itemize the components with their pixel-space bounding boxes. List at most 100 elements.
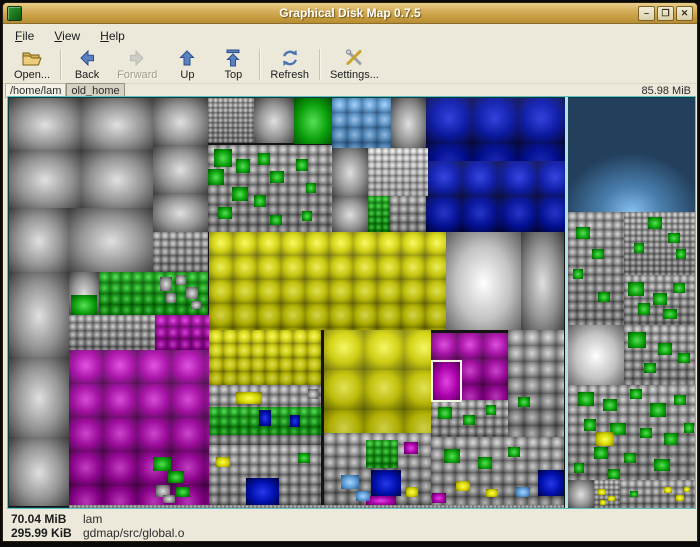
treemap-cell[interactable] bbox=[176, 487, 190, 497]
titlebar[interactable]: Graphical Disk Map 0.7.5 –❐✕ bbox=[3, 3, 697, 24]
treemap-cell[interactable] bbox=[654, 459, 670, 471]
treemap-cell[interactable] bbox=[246, 478, 279, 505]
treemap-cell[interactable] bbox=[259, 410, 271, 426]
menu-view[interactable]: View bbox=[46, 26, 88, 46]
treemap-cell-selected[interactable] bbox=[432, 361, 461, 401]
treemap-cell[interactable] bbox=[298, 453, 310, 463]
treemap-cell[interactable] bbox=[9, 150, 81, 208]
treemap-cell[interactable] bbox=[478, 457, 492, 469]
treemap-cell[interactable] bbox=[9, 437, 69, 506]
treemap-cell[interactable] bbox=[191, 301, 201, 309]
treemap-cell[interactable] bbox=[628, 282, 644, 296]
treemap-cell[interactable] bbox=[628, 332, 646, 348]
treemap-cell[interactable] bbox=[630, 491, 638, 497]
treemap-cell[interactable] bbox=[648, 217, 662, 229]
treemap-cell[interactable] bbox=[438, 407, 452, 419]
treemap-cell[interactable] bbox=[270, 171, 284, 183]
treemap-cell[interactable] bbox=[332, 196, 368, 232]
back-button[interactable]: Back bbox=[64, 46, 110, 83]
treemap-cell[interactable] bbox=[9, 98, 81, 150]
treemap-cell[interactable] bbox=[608, 469, 620, 479]
treemap-cell[interactable] bbox=[446, 232, 521, 330]
treemap-cell[interactable] bbox=[508, 330, 564, 440]
treemap-cell[interactable] bbox=[236, 392, 262, 404]
treemap-cell[interactable] bbox=[9, 272, 69, 357]
treemap-cell[interactable] bbox=[668, 233, 680, 243]
treemap-cell[interactable] bbox=[598, 292, 610, 302]
treemap-cell[interactable] bbox=[644, 363, 656, 373]
treemap-cell[interactable] bbox=[153, 232, 208, 272]
treemap-cell[interactable] bbox=[9, 357, 69, 437]
treemap-cell[interactable] bbox=[518, 397, 530, 407]
treemap-cell[interactable] bbox=[456, 481, 470, 491]
treemap-cell[interactable] bbox=[155, 315, 215, 350]
treemap-cell[interactable] bbox=[640, 428, 652, 438]
treemap-cell[interactable] bbox=[209, 232, 446, 330]
treemap-cell[interactable] bbox=[69, 208, 153, 272]
treemap-cell[interactable] bbox=[290, 415, 300, 427]
treemap-cell[interactable] bbox=[501, 161, 571, 232]
treemap-cell[interactable] bbox=[568, 480, 594, 508]
menu-help[interactable]: Help bbox=[92, 26, 133, 46]
treemap-cell[interactable] bbox=[674, 395, 686, 405]
treemap-cell[interactable] bbox=[176, 275, 186, 285]
treemap-cell[interactable] bbox=[663, 309, 677, 319]
treemap-cell[interactable] bbox=[538, 470, 564, 496]
treemap-cell[interactable] bbox=[598, 489, 606, 495]
treemap-cell[interactable] bbox=[371, 470, 401, 496]
treemap-cell[interactable] bbox=[356, 491, 370, 501]
treemap-cell[interactable] bbox=[366, 440, 398, 468]
treemap-cell[interactable] bbox=[332, 98, 391, 148]
treemap-cell[interactable] bbox=[81, 98, 153, 150]
treemap-cell[interactable] bbox=[69, 505, 564, 508]
treemap-cell[interactable] bbox=[658, 343, 672, 355]
treemap-cell[interactable] bbox=[634, 243, 644, 253]
treemap-cell[interactable] bbox=[603, 399, 617, 411]
treemap-cell[interactable] bbox=[258, 153, 270, 165]
top-button[interactable]: Top bbox=[210, 46, 256, 83]
treemap-cell[interactable] bbox=[508, 447, 520, 457]
treemap-cell[interactable] bbox=[594, 447, 608, 459]
treemap-cell[interactable] bbox=[324, 330, 431, 433]
treemap-cell[interactable] bbox=[368, 148, 428, 196]
treemap-cell[interactable] bbox=[426, 161, 501, 232]
menu-file[interactable]: File bbox=[7, 26, 42, 46]
treemap-cell[interactable] bbox=[678, 353, 690, 363]
treemap-cell[interactable] bbox=[630, 389, 642, 399]
close-button[interactable]: ✕ bbox=[676, 6, 693, 21]
treemap-cell[interactable] bbox=[486, 405, 496, 415]
treemap-cell[interactable] bbox=[576, 227, 590, 239]
treemap-cell[interactable] bbox=[302, 211, 312, 221]
treemap-cell[interactable] bbox=[168, 471, 184, 483]
treemap-cell[interactable] bbox=[676, 495, 684, 501]
treemap-cell[interactable] bbox=[406, 487, 418, 497]
treemap-cell[interactable] bbox=[650, 403, 666, 417]
treemap-cell[interactable] bbox=[573, 269, 583, 279]
treemap-cell[interactable] bbox=[163, 495, 175, 503]
treemap-cell[interactable] bbox=[208, 169, 224, 185]
treemap-cell[interactable] bbox=[653, 293, 667, 305]
treemap-cell[interactable] bbox=[584, 419, 596, 431]
open-button[interactable]: Open... bbox=[7, 46, 57, 83]
treemap-cell[interactable] bbox=[486, 489, 498, 497]
maximize-button[interactable]: ❐ bbox=[657, 6, 674, 21]
treemap-cell[interactable] bbox=[160, 277, 172, 291]
treemap-cell[interactable] bbox=[254, 195, 266, 207]
treemap-cell[interactable] bbox=[270, 215, 282, 225]
treemap-cell[interactable] bbox=[368, 196, 390, 232]
treemap-cell[interactable] bbox=[209, 330, 321, 385]
treemap-cell[interactable] bbox=[426, 98, 571, 161]
treemap-cell[interactable] bbox=[391, 98, 426, 148]
treemap-cell[interactable] bbox=[69, 350, 215, 505]
settings-button[interactable]: Settings... bbox=[323, 46, 386, 83]
treemap-cell[interactable] bbox=[574, 463, 584, 473]
treemap-cell[interactable] bbox=[366, 496, 396, 505]
treemap-cell[interactable] bbox=[9, 208, 69, 272]
treemap-cell[interactable] bbox=[673, 283, 685, 293]
treemap-cell[interactable] bbox=[236, 159, 250, 173]
up-button[interactable]: Up bbox=[164, 46, 210, 83]
treemap-cell[interactable] bbox=[254, 98, 294, 143]
treemap-cell[interactable] bbox=[608, 496, 615, 501]
treemap-cell[interactable] bbox=[153, 145, 208, 193]
treemap-cell[interactable] bbox=[294, 98, 332, 144]
